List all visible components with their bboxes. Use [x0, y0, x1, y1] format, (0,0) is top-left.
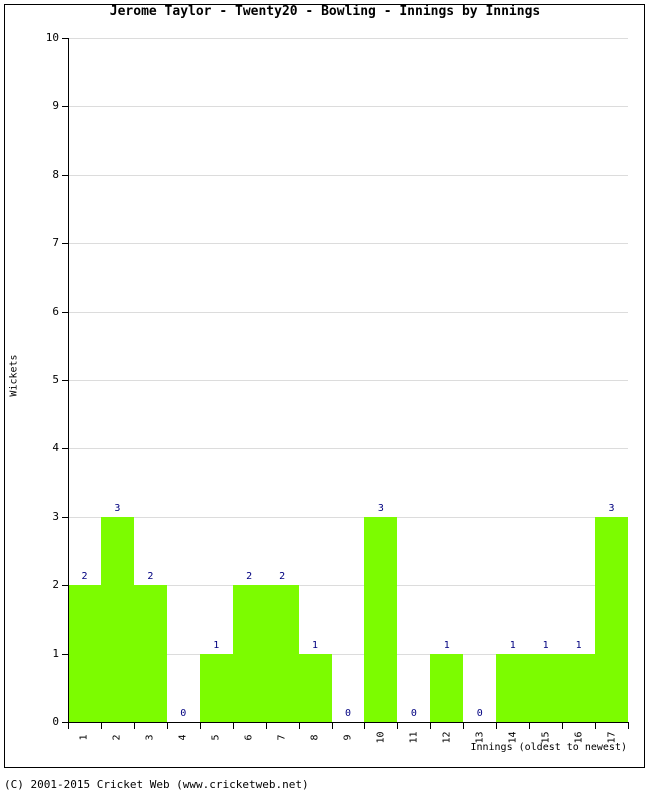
bar — [364, 516, 398, 722]
plot-area: 2 3 2 0 1 2 2 1 0 3 0 1 0 1 1 1 3 — [68, 38, 628, 722]
x-tick-mark — [430, 723, 432, 729]
x-tick-mark — [628, 723, 629, 729]
y-tick-label: 4 — [52, 441, 59, 455]
y-tick-mark — [62, 380, 68, 381]
bar-value-label: 1 — [443, 639, 450, 651]
bar-value-label: 2 — [246, 571, 253, 583]
bar — [529, 653, 563, 722]
bar-value-label: 1 — [509, 639, 516, 651]
bar — [232, 585, 266, 722]
gridline — [68, 38, 628, 39]
x-tick-mark — [562, 723, 564, 729]
bar-value-label: 1 — [542, 639, 549, 651]
bar-value-label: 3 — [377, 502, 384, 514]
x-tick-mark — [529, 723, 531, 729]
x-tick-mark — [397, 723, 399, 729]
y-tick-label: 10 — [45, 31, 59, 44]
x-tick-mark — [496, 723, 498, 729]
bar-value-label: 0 — [344, 708, 351, 719]
x-tick-mark — [595, 723, 597, 729]
bar-value-label: 1 — [213, 639, 220, 651]
bar-value-label: 2 — [279, 571, 286, 583]
x-tick-mark — [331, 723, 333, 729]
x-tick-mark — [166, 723, 168, 729]
x-tick-mark — [68, 723, 69, 729]
y-axis-line — [68, 38, 69, 723]
y-tick-mark — [62, 38, 68, 39]
y-tick-mark — [62, 653, 68, 655]
chart-title: Jerome Taylor - Twenty20 - Bowling - Inn… — [109, 4, 541, 19]
footer-copyright: (C) 2001-2015 Cricket Web (www.cricketwe… — [4, 778, 309, 791]
y-tick-label: 9 — [52, 99, 59, 113]
y-tick-label: 7 — [52, 236, 59, 250]
x-tick-mark — [364, 723, 366, 729]
gridline — [68, 243, 628, 245]
bar-value-label: 0 — [410, 708, 417, 719]
y-axis-title: Wickets — [8, 354, 20, 397]
bar-value-label: 3 — [114, 502, 121, 514]
gridline — [68, 174, 628, 176]
bar-value-label: 2 — [147, 571, 154, 583]
y-tick-mark — [62, 311, 68, 313]
x-tick-mark — [133, 723, 135, 729]
bar — [100, 516, 134, 722]
x-tick-mark — [199, 723, 201, 729]
y-tick-label: 0 — [52, 715, 59, 728]
bar — [496, 653, 530, 722]
x-tick-mark — [232, 723, 234, 729]
y-tick-label: 2 — [52, 578, 59, 592]
bar — [199, 653, 233, 722]
gridline — [68, 380, 628, 381]
gridline — [68, 448, 628, 450]
bar — [265, 585, 299, 722]
y-tick-mark — [62, 448, 68, 450]
gridline — [68, 516, 628, 518]
x-tick-mark — [265, 723, 267, 729]
y-tick-label: 8 — [52, 167, 59, 181]
bar — [68, 585, 101, 722]
gridline — [68, 106, 628, 108]
bar-value-label: 2 — [81, 571, 88, 583]
y-tick-mark — [62, 516, 68, 518]
x-tick-mark — [298, 723, 300, 729]
chart-page: Jerome Taylor - Twenty20 - Bowling - Inn… — [0, 0, 650, 800]
bar — [595, 516, 628, 722]
y-tick-mark — [62, 174, 68, 176]
y-tick-label: 3 — [52, 509, 59, 523]
x-axis-title: Innings (oldest to newest) — [470, 742, 627, 753]
bar — [133, 585, 167, 722]
y-tick-label: 1 — [52, 646, 59, 660]
y-tick-label: 6 — [52, 304, 59, 318]
bar — [430, 653, 464, 722]
y-tick-mark — [62, 106, 68, 108]
bar-value-label: 0 — [180, 708, 187, 719]
bar-value-label: 3 — [608, 502, 615, 514]
bar-value-label: 1 — [575, 639, 582, 651]
bar — [562, 653, 596, 722]
bar — [298, 653, 332, 722]
bar-value-label: 0 — [476, 708, 483, 719]
bar-value-label: 1 — [312, 639, 319, 651]
y-tick-mark — [62, 585, 68, 587]
x-tick-mark — [463, 723, 465, 729]
x-tick-mark — [100, 723, 102, 729]
y-tick-mark — [62, 243, 68, 245]
gridline — [68, 311, 628, 313]
